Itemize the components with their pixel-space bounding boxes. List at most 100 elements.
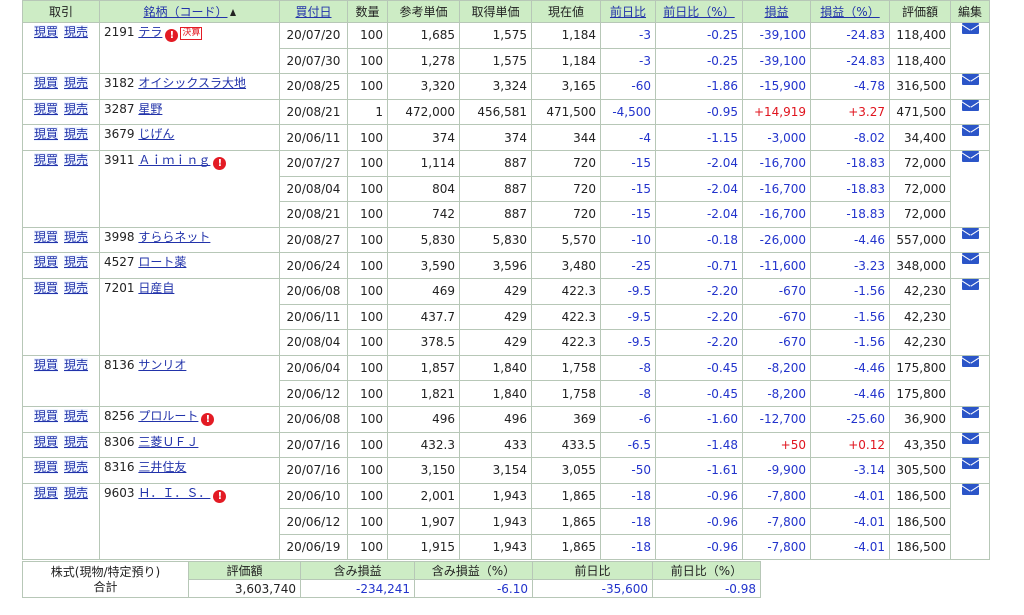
mail-icon[interactable]: [961, 432, 979, 444]
col-day-change[interactable]: 前日比: [600, 0, 656, 23]
cost-price: 1,575: [459, 47, 532, 75]
stock-name-link[interactable]: オイシックスラ大地: [138, 76, 246, 90]
mail-icon[interactable]: [961, 151, 979, 162]
valuation: 175,800: [889, 380, 951, 407]
col-name[interactable]: 銘柄（コード）: [99, 0, 280, 23]
sell-link[interactable]: 現売: [64, 408, 89, 423]
stock-name-link[interactable]: じげん: [138, 127, 174, 141]
ref-price: 1,114: [387, 149, 460, 177]
profit-loss: -16,700: [742, 149, 811, 177]
mail-icon[interactable]: [961, 74, 979, 86]
stock-name-cell: 3287 星野: [99, 98, 280, 126]
quantity: 100: [347, 201, 388, 228]
profit-loss-pct: -4.78: [810, 73, 890, 100]
mail-icon[interactable]: [961, 484, 979, 495]
buy-link[interactable]: 現買: [33, 152, 58, 167]
stock-name-link[interactable]: サンリオ: [138, 358, 186, 372]
sort-day-change-pct-link[interactable]: 前日比（%）: [663, 5, 734, 19]
cost-price: 429: [459, 277, 532, 305]
mail-icon[interactable]: [961, 23, 979, 34]
buy-link[interactable]: 現買: [33, 101, 58, 116]
edit-cell: [950, 252, 990, 279]
ref-price: 469: [387, 277, 460, 305]
sell-link[interactable]: 現売: [64, 255, 89, 270]
profit-loss: -3,000: [742, 124, 811, 151]
sell-link[interactable]: 現売: [64, 280, 89, 295]
sell-link[interactable]: 現売: [64, 357, 89, 372]
day-change: -15: [600, 175, 656, 203]
buy-link[interactable]: 現買: [33, 485, 58, 500]
sell-link[interactable]: 現売: [64, 101, 89, 116]
stock-name-link[interactable]: 三菱ＵＦＪ: [138, 435, 198, 449]
sell-link[interactable]: 現売: [64, 229, 89, 244]
buy-link[interactable]: 現買: [33, 408, 58, 423]
sell-link[interactable]: 現売: [64, 434, 89, 449]
stock-name-link[interactable]: テラ: [138, 25, 162, 39]
col-pl-pct[interactable]: 損益（%）: [810, 0, 890, 23]
valuation: 42,230: [889, 329, 951, 356]
sell-link[interactable]: 現売: [64, 485, 89, 500]
col-day-change-pct[interactable]: 前日比（%）: [655, 0, 743, 23]
buy-date: 20/07/16: [279, 457, 348, 484]
table-row: 現買 現売 9603 Ｈ．Ｉ．Ｓ．! 20/06/10 100 2,001 1,943 1,8…: [22, 482, 990, 561]
buy-link[interactable]: 現買: [33, 434, 58, 449]
buy-link[interactable]: 現買: [33, 76, 58, 91]
sell-link[interactable]: 現売: [64, 25, 89, 39]
sort-name-link[interactable]: 銘柄（コード）: [143, 5, 227, 19]
sort-pl-link[interactable]: 損益: [764, 5, 788, 19]
col-pl[interactable]: 損益: [742, 0, 811, 23]
buy-date: 20/07/27: [279, 149, 348, 177]
buy-link[interactable]: 現買: [33, 460, 58, 475]
warning-icon[interactable]: !: [213, 489, 227, 503]
summary-header-row: 株式(現物/特定預り) 合計 評価額 含み損益 含み損益（%） 前日比 前日比（…: [22, 561, 761, 598]
stock-name-link[interactable]: 星野: [138, 102, 162, 116]
col-date[interactable]: 買付日: [279, 0, 348, 23]
valuation: 72,000: [889, 201, 951, 228]
warning-icon[interactable]: !: [213, 156, 227, 170]
profit-loss-pct: -4.46: [810, 380, 890, 407]
mail-icon[interactable]: [961, 100, 979, 111]
sort-pl-pct-link[interactable]: 損益（%）: [820, 5, 879, 19]
stock-name-link[interactable]: すららネット: [138, 230, 210, 244]
sort-day-change-link[interactable]: 前日比: [610, 5, 646, 19]
buy-date: 20/08/27: [279, 226, 348, 254]
sell-link[interactable]: 現売: [64, 152, 89, 167]
mail-icon[interactable]: [961, 279, 979, 290]
warning-icon[interactable]: !: [201, 412, 215, 426]
buy-link[interactable]: 現買: [33, 280, 58, 295]
ref-price: 374: [387, 124, 460, 151]
buy-link[interactable]: 現買: [33, 255, 58, 270]
summary-label-account: 株式(現物/特定預り): [50, 564, 161, 579]
profit-loss: -15,900: [742, 73, 811, 100]
stock-name-link[interactable]: Ａｉｍｉｎｇ: [138, 153, 210, 167]
mail-icon[interactable]: [961, 407, 979, 418]
current-price: 5,570: [531, 226, 601, 254]
buy-link[interactable]: 現買: [33, 127, 58, 142]
stock-name-link[interactable]: 三井住友: [138, 460, 186, 474]
stock-name-link[interactable]: 日産自: [138, 281, 174, 295]
mail-icon[interactable]: [961, 458, 979, 470]
table-row: 現買 現売 2191 テラ! 決算 20/07/20 100 1,685 1,575 1,184…: [22, 21, 990, 75]
stock-name-link[interactable]: ロート薬: [138, 255, 186, 269]
mail-icon[interactable]: [961, 253, 979, 265]
mail-icon[interactable]: [961, 356, 979, 367]
buy-date: 20/08/04: [279, 175, 348, 203]
table-row: 現買 現売 4527 ロート薬 20/06/24 100 3,590 3,596 3,480-…: [22, 252, 990, 279]
sell-link[interactable]: 現売: [64, 76, 89, 91]
stock-name-link[interactable]: プロルート: [138, 409, 198, 423]
sell-link[interactable]: 現売: [64, 127, 89, 142]
sort-date-link[interactable]: 買付日: [295, 5, 331, 19]
buy-link[interactable]: 現買: [33, 229, 58, 244]
sell-link[interactable]: 現売: [64, 460, 89, 475]
stock-name-link[interactable]: Ｈ．Ｉ．Ｓ．: [138, 486, 210, 500]
valuation: 42,230: [889, 303, 951, 331]
mail-icon[interactable]: [961, 125, 979, 137]
current-price: 422.3: [531, 277, 601, 305]
valuation: 118,400: [889, 22, 951, 49]
buy-link[interactable]: 現買: [33, 357, 58, 372]
ref-price: 804: [387, 175, 460, 203]
mail-icon[interactable]: [961, 228, 979, 239]
day-change: -50: [600, 457, 656, 484]
buy-link[interactable]: 現買: [33, 25, 58, 39]
warning-icon[interactable]: !: [165, 29, 179, 42]
